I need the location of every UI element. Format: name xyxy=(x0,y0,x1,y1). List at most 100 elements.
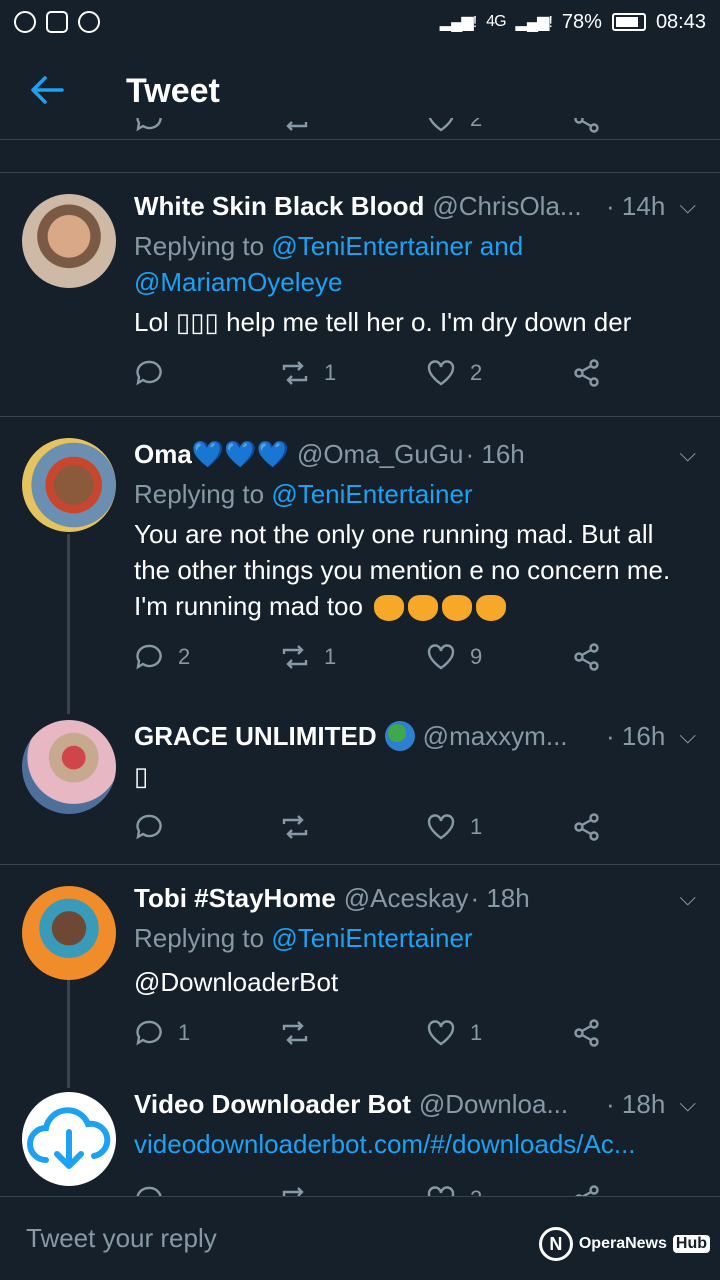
grinning-cat-icon xyxy=(374,595,405,622)
timestamp: · 14h xyxy=(606,190,666,221)
reply-icon xyxy=(136,644,162,670)
share-button[interactable] xyxy=(572,812,602,842)
clock: 08:43 xyxy=(655,10,706,33)
user-handle[interactable]: @maxxym... xyxy=(423,721,568,752)
retweet-icon xyxy=(282,361,308,385)
chevron-down-icon[interactable]: ⌵ xyxy=(679,723,696,749)
back-arrow-icon[interactable] xyxy=(30,72,80,112)
reply-input[interactable]: Tweet your reply xyxy=(26,1223,217,1254)
tweet-actions: 2 1 9 xyxy=(134,642,696,682)
cloud-download-icon xyxy=(27,1107,111,1169)
reply-icon xyxy=(136,814,162,840)
tweet-mention[interactable]: @DownloaderBot xyxy=(134,964,696,1000)
tweet[interactable]: White Skin Black Blood @ChrisOla... · 14… xyxy=(0,172,720,416)
like-count: 1 xyxy=(470,1020,483,1045)
share-icon[interactable] xyxy=(572,118,602,134)
display-name[interactable]: Tobi #StayHome xyxy=(134,883,336,914)
user-handle[interactable]: @Aceskay xyxy=(344,883,469,914)
display-name[interactable]: Video Downloader Bot xyxy=(134,1089,411,1120)
retweet-button[interactable] xyxy=(280,812,324,842)
retweet-button[interactable]: 1 xyxy=(280,358,336,388)
timestamp: · 16h xyxy=(606,720,666,751)
reply-mentions[interactable]: @TeniEntertainer xyxy=(271,923,472,953)
retweet-button[interactable] xyxy=(280,1018,324,1048)
watermark: N OperaNews Hub xyxy=(538,1227,710,1261)
chevron-down-icon[interactable]: ⌵ xyxy=(679,441,696,467)
tweet-actions: 1 2 xyxy=(134,358,696,398)
replying-to: Replying to @TeniEntertainer and @Mariam… xyxy=(134,228,696,300)
share-button[interactable] xyxy=(572,1184,602,1196)
avatar[interactable] xyxy=(22,1092,116,1186)
tweet[interactable]: Video Downloader Bot @Downloa... · 18h ⌵… xyxy=(0,1072,720,1196)
tweet-header: Video Downloader Bot @Downloa... · 18h ⌵ xyxy=(134,1086,696,1122)
like-count: 2 xyxy=(470,1186,482,1196)
share-button[interactable] xyxy=(572,642,602,672)
replying-to: Replying to @TeniEntertainer xyxy=(134,476,696,512)
heart-icon xyxy=(427,814,455,840)
like-button[interactable]: 1 xyxy=(426,1018,482,1048)
retweet-count: 1 xyxy=(324,360,337,385)
reply-button[interactable]: 1 xyxy=(134,1018,190,1048)
display-name[interactable]: GRACE UNLIMITED xyxy=(134,721,377,752)
share-icon xyxy=(575,1185,599,1196)
tweet-header: GRACE UNLIMITED @maxxym... · 16h ⌵ xyxy=(134,718,696,754)
whatsapp-icon xyxy=(14,11,36,33)
tweet-link[interactable]: videodownloaderbot.com/#/downloads/Ac... xyxy=(134,1126,696,1162)
retweet-button[interactable] xyxy=(280,1184,310,1196)
tweet[interactable]: Tobi #StayHome @Aceskay · 18h ⌵ Replying… xyxy=(0,864,720,1072)
like-button[interactable]: 1 xyxy=(426,812,482,842)
chevron-down-icon[interactable]: ⌵ xyxy=(679,193,696,219)
tweet-actions: 1 1 xyxy=(134,1018,696,1058)
reply-button[interactable]: 2 xyxy=(134,642,190,672)
share-button[interactable] xyxy=(572,1018,602,1048)
signal-icon-2: ▂▄▆! xyxy=(515,14,553,31)
retweet-icon xyxy=(282,1187,304,1196)
avatar[interactable] xyxy=(22,720,116,814)
tweet-header: Tobi #StayHome @Aceskay · 18h ⌵ xyxy=(134,880,696,916)
like-button[interactable]: 2 xyxy=(426,358,482,388)
tweet-text: Lol ▯▯▯ help me tell her o. I'm dry down… xyxy=(134,307,632,337)
like-count: 1 xyxy=(470,814,483,839)
avatar[interactable] xyxy=(22,886,116,980)
reply-count: 1 xyxy=(178,1020,191,1045)
user-handle[interactable]: @ChrisOla... xyxy=(432,191,581,222)
heart-icon xyxy=(427,360,455,386)
name-emoji: 💙💙💙 xyxy=(191,438,289,469)
avatar[interactable] xyxy=(22,194,116,288)
reply-button[interactable] xyxy=(134,812,178,842)
timestamp: · 16h xyxy=(465,438,525,469)
watermark-badge: Hub xyxy=(672,1235,710,1253)
timestamp: · 18h xyxy=(606,1088,666,1119)
globe-icon xyxy=(384,721,415,751)
heart-icon xyxy=(427,1020,455,1046)
share-button[interactable] xyxy=(572,358,602,388)
tweet[interactable]: Oma 💙💙💙 @Oma_GuGu · 16h ⌵ Replying to @T… xyxy=(0,416,720,704)
share-icon xyxy=(574,643,599,671)
signal-icon: ▂▄▆! xyxy=(439,14,477,31)
heart-icon xyxy=(427,1186,455,1196)
display-name[interactable]: White Skin Black Blood xyxy=(134,191,424,222)
tweet[interactable]: GRACE UNLIMITED @maxxym... · 16h ⌵ ▯ 1 xyxy=(0,704,720,864)
reply-button[interactable] xyxy=(134,1184,164,1196)
reply-button[interactable] xyxy=(134,358,178,388)
retweet-icon[interactable] xyxy=(280,118,310,134)
user-handle[interactable]: @Downloa... xyxy=(419,1089,568,1120)
like-button[interactable]: 2 xyxy=(426,118,482,134)
like-button[interactable]: 2 xyxy=(426,1184,482,1196)
user-handle[interactable]: @Oma_GuGu xyxy=(297,439,464,470)
grinning-cat-icon xyxy=(476,595,507,622)
reply-icon xyxy=(136,1020,162,1046)
reply-mentions[interactable]: @TeniEntertainer xyxy=(271,479,472,509)
chevron-down-icon[interactable]: ⌵ xyxy=(679,885,696,911)
display-name[interactable]: Oma xyxy=(134,439,192,470)
avatar[interactable] xyxy=(22,438,116,532)
reply-icon[interactable] xyxy=(134,118,164,134)
share-icon xyxy=(574,1019,599,1047)
like-button[interactable]: 9 xyxy=(426,642,482,672)
reply-count: 2 xyxy=(178,644,191,669)
replying-to: Replying to @TeniEntertainer xyxy=(134,920,696,956)
retweet-button[interactable]: 1 xyxy=(280,642,336,672)
tweet-text: You are not the only one running mad. Bu… xyxy=(134,516,696,624)
more-notifications-icon xyxy=(78,11,100,33)
chevron-down-icon[interactable]: ⌵ xyxy=(679,1091,696,1117)
